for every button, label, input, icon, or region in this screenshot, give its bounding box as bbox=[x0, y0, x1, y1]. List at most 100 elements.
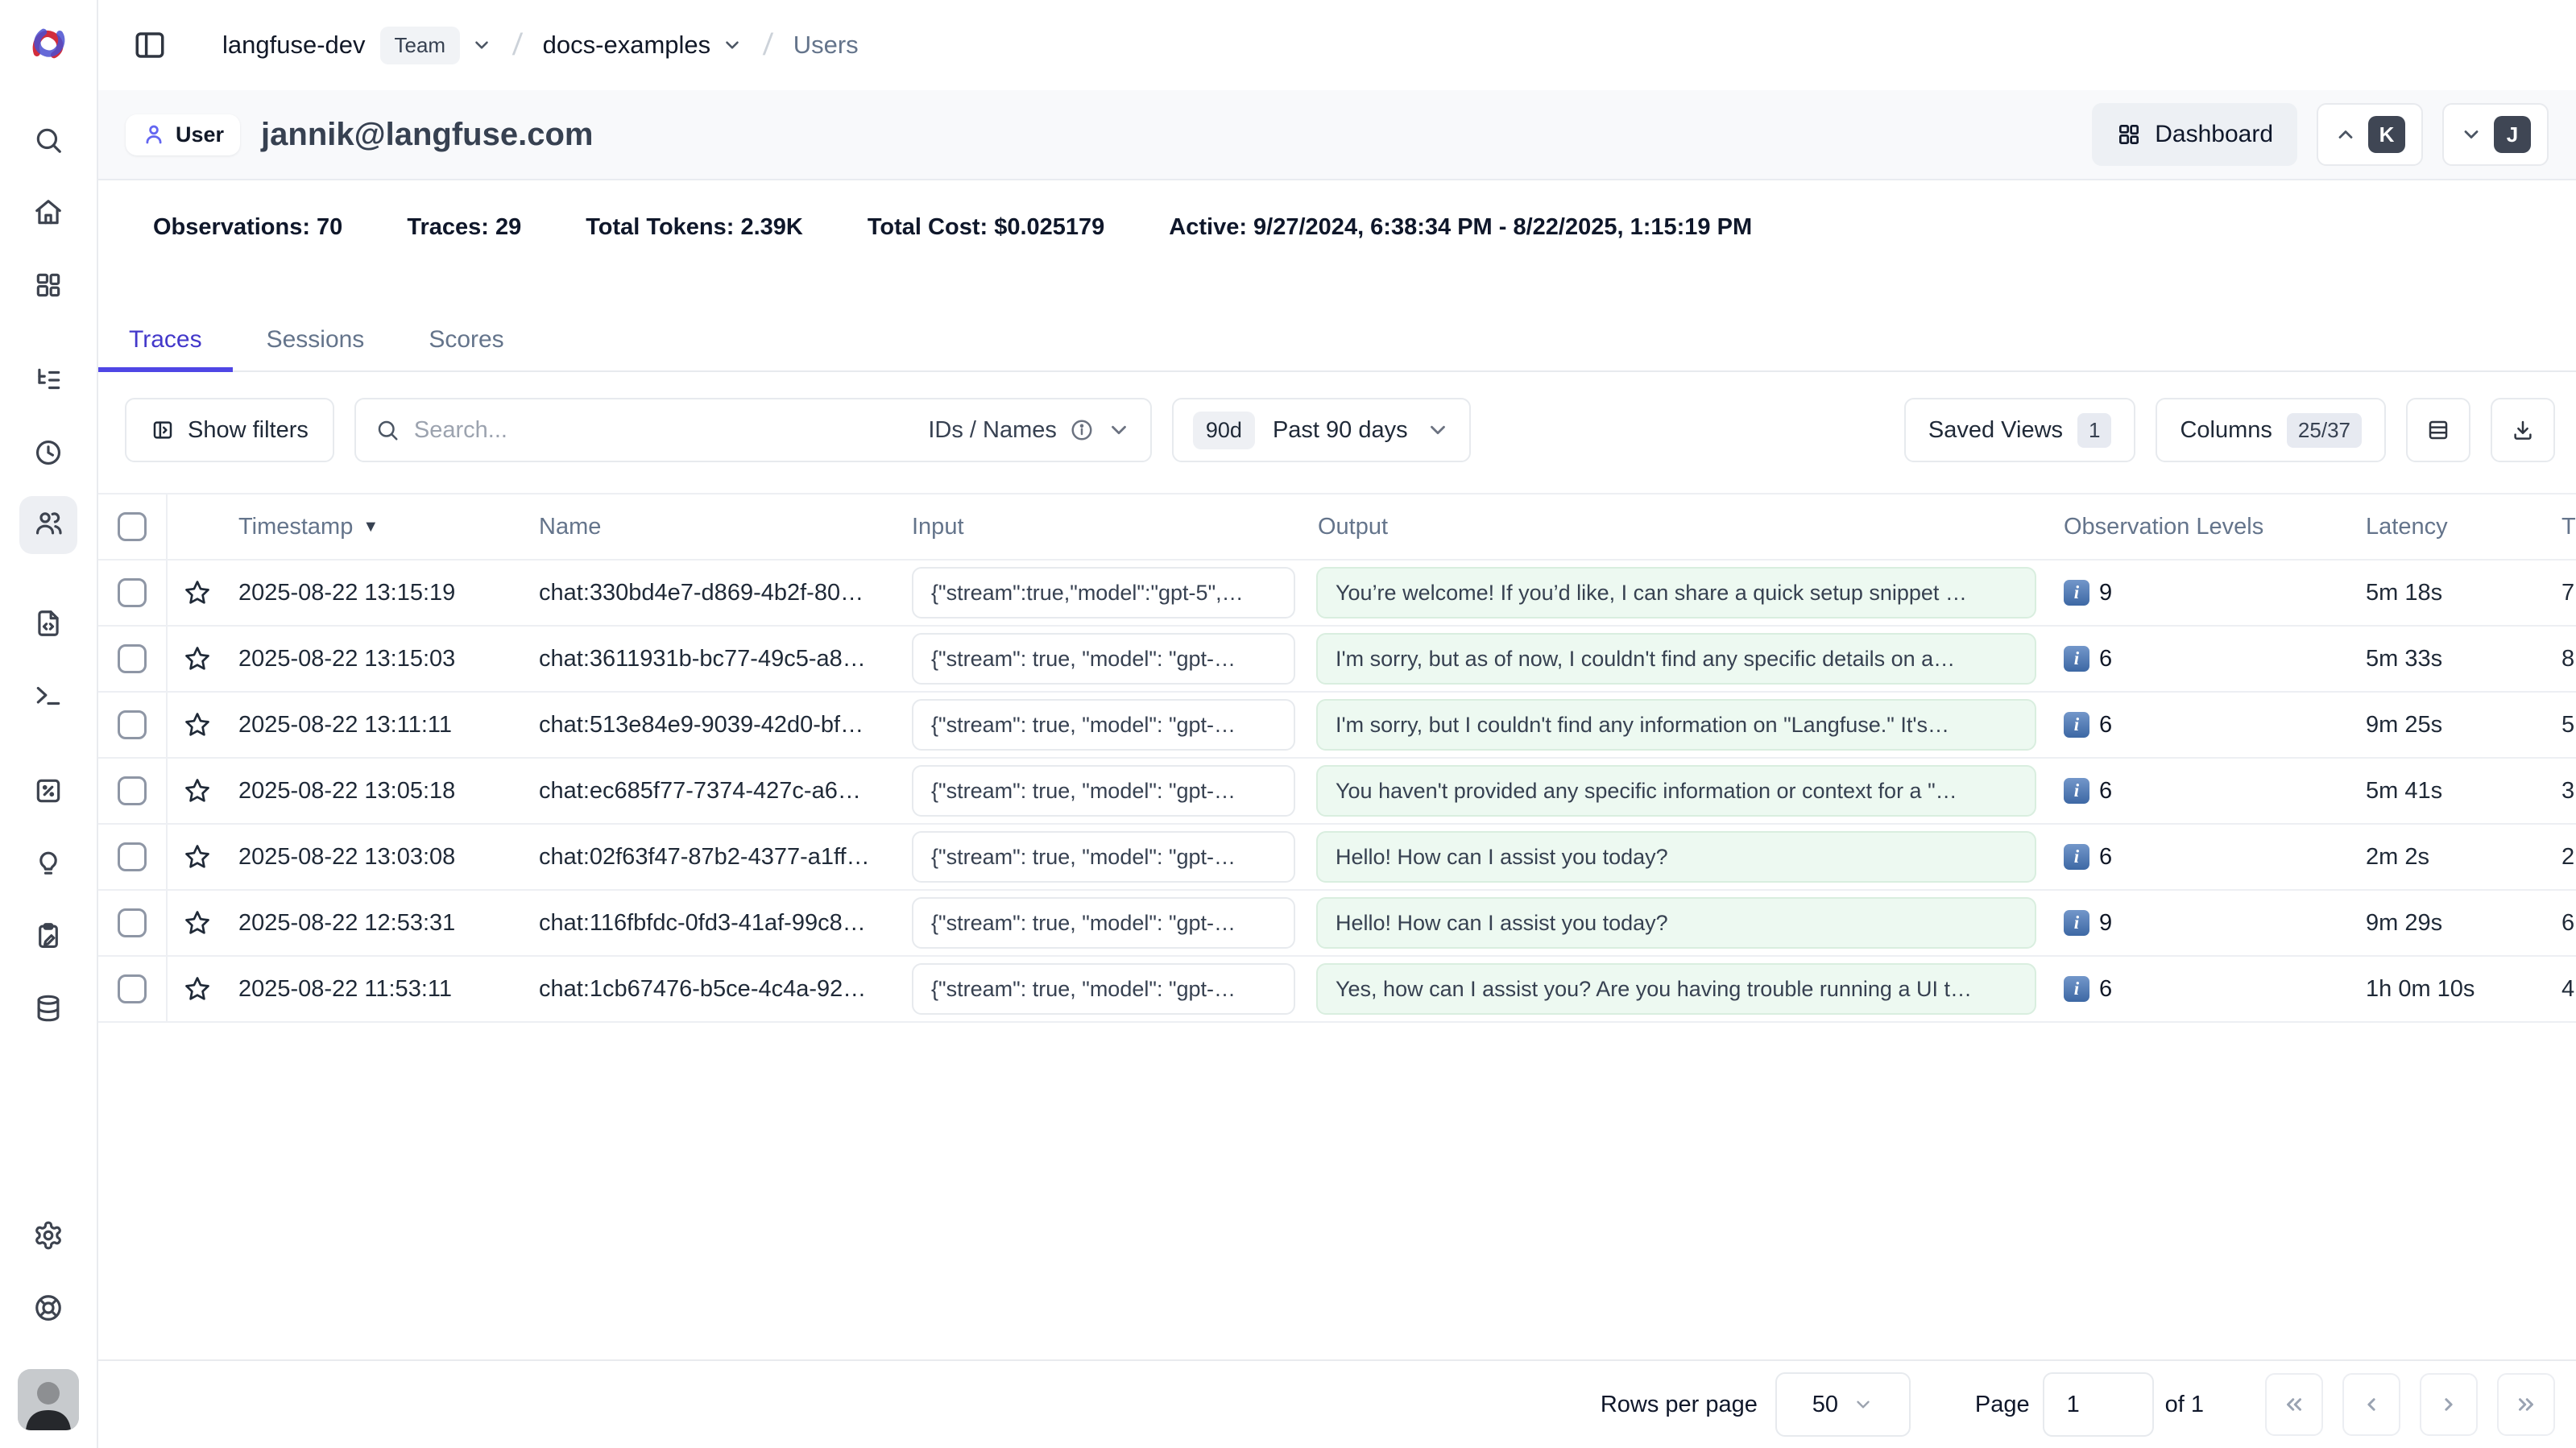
cell-input[interactable]: {"stream": true, "model": "gpt-… bbox=[912, 897, 1295, 949]
user-icon bbox=[142, 122, 166, 147]
star-icon[interactable] bbox=[168, 908, 227, 937]
column-header-truncated[interactable]: T bbox=[2555, 514, 2576, 540]
sidebar-item-scores[interactable] bbox=[19, 763, 77, 821]
table-row[interactable]: 2025-08-22 12:53:31 chat:116fbfdc-0fd3-4… bbox=[98, 891, 2576, 957]
sidebar-item-datasets[interactable] bbox=[19, 981, 77, 1039]
sidebar-item-sessions[interactable] bbox=[19, 425, 77, 483]
previous-page-button[interactable] bbox=[2342, 1373, 2400, 1436]
tab-scores[interactable]: Scores bbox=[398, 309, 534, 370]
row-checkbox[interactable] bbox=[118, 974, 147, 1003]
column-header-timestamp[interactable]: Timestamp ▼ bbox=[227, 514, 528, 540]
sidebar-item-dashboards[interactable] bbox=[19, 258, 77, 316]
show-filters-button[interactable]: Show filters bbox=[125, 398, 334, 462]
stat-total-tokens: Total Tokens: 2.39K bbox=[586, 214, 803, 241]
cell-input[interactable]: {"stream":true,"model":"gpt-5",… bbox=[912, 567, 1295, 619]
search-scope-dropdown[interactable]: IDs / Names bbox=[928, 417, 1131, 444]
tab-sessions[interactable]: Sessions bbox=[236, 309, 396, 370]
table-row[interactable]: 2025-08-22 11:53:11 chat:1cb67476-b5ce-4… bbox=[98, 957, 2576, 1023]
info-level-icon: i bbox=[2064, 712, 2089, 738]
sidebar-item-settings[interactable] bbox=[19, 1208, 77, 1266]
column-header-output[interactable]: Output bbox=[1308, 514, 2049, 540]
breadcrumb-environment[interactable]: docs-examples bbox=[543, 31, 710, 60]
column-header-latency[interactable]: Latency bbox=[2354, 514, 2555, 540]
project-type-badge: Team bbox=[380, 27, 461, 64]
rows-per-page-select[interactable]: 50 bbox=[1775, 1372, 1911, 1437]
chevron-down-icon bbox=[1107, 418, 1131, 442]
star-icon[interactable] bbox=[168, 710, 227, 739]
sidebar-item-annotation[interactable] bbox=[19, 908, 77, 966]
sidebar-item-search[interactable] bbox=[19, 113, 77, 171]
cell-output[interactable]: Hello! How can I assist you today? bbox=[1316, 831, 2036, 883]
sidebar-toggle-icon[interactable] bbox=[127, 23, 172, 68]
chevron-down-icon[interactable] bbox=[722, 35, 743, 56]
star-icon[interactable] bbox=[168, 842, 227, 871]
cell-output[interactable]: You’re welcome! If you’d like, I can sha… bbox=[1316, 567, 2036, 619]
tab-traces[interactable]: Traces bbox=[98, 309, 233, 370]
langfuse-logo-icon[interactable] bbox=[27, 23, 69, 64]
saved-views-button[interactable]: Saved Views 1 bbox=[1904, 398, 2136, 462]
header-actions: Dashboard K J bbox=[2092, 103, 2549, 166]
page-title: jannik@langfuse.com bbox=[261, 117, 593, 153]
column-header-name[interactable]: Name bbox=[528, 514, 901, 540]
row-checkbox[interactable] bbox=[118, 842, 147, 871]
table-row[interactable]: 2025-08-22 13:03:08 chat:02f63f47-87b2-4… bbox=[98, 825, 2576, 891]
nav-previous-button[interactable]: K bbox=[2317, 103, 2423, 166]
cell-output[interactable]: Hello! How can I assist you today? bbox=[1316, 897, 2036, 949]
file-code-icon bbox=[33, 608, 64, 643]
breadcrumb: langfuse-dev Team / docs-examples / User… bbox=[222, 27, 859, 64]
table-row[interactable]: 2025-08-22 13:15:19 chat:330bd4e7-d869-4… bbox=[98, 561, 2576, 627]
star-icon[interactable] bbox=[168, 644, 227, 673]
sidebar-item-support[interactable] bbox=[19, 1280, 77, 1338]
sidebar-item-tracing[interactable] bbox=[19, 353, 77, 411]
search-box[interactable]: IDs / Names bbox=[354, 398, 1152, 462]
column-header-input[interactable]: Input bbox=[901, 514, 1308, 540]
time-range-button[interactable]: 90d Past 90 days bbox=[1172, 398, 1471, 462]
cell-observation-levels: i6 bbox=[2049, 712, 2354, 738]
nav-next-button[interactable]: J bbox=[2442, 103, 2549, 166]
cell-output[interactable]: Yes, how can I assist you? Are you havin… bbox=[1316, 963, 2036, 1015]
cell-input[interactable]: {"stream": true, "model": "gpt-… bbox=[912, 699, 1295, 751]
next-page-button[interactable] bbox=[2420, 1373, 2478, 1436]
cell-name: chat:02f63f47-87b2-4377-a1ff… bbox=[528, 844, 901, 871]
table-row[interactable]: 2025-08-22 13:05:18 chat:ec685f77-7374-4… bbox=[98, 759, 2576, 825]
sidebar-item-playground[interactable] bbox=[19, 668, 77, 726]
cell-name: chat:3611931b-bc77-49c5-a8… bbox=[528, 646, 901, 672]
row-checkbox[interactable] bbox=[118, 908, 147, 937]
user-avatar[interactable] bbox=[18, 1369, 79, 1430]
column-header-observation-levels[interactable]: Observation Levels bbox=[2049, 514, 2354, 540]
table-row[interactable]: 2025-08-22 13:11:11 chat:513e84e9-9039-4… bbox=[98, 693, 2576, 759]
breadcrumb-project[interactable]: langfuse-dev bbox=[222, 31, 366, 60]
columns-button[interactable]: Columns 25/37 bbox=[2156, 398, 2386, 462]
dashboard-button[interactable]: Dashboard bbox=[2092, 103, 2297, 166]
tabs: Traces Sessions Scores bbox=[98, 309, 2576, 372]
cell-input[interactable]: {"stream": true, "model": "gpt-… bbox=[912, 633, 1295, 685]
select-all-checkbox[interactable] bbox=[118, 512, 147, 541]
row-height-button[interactable] bbox=[2406, 398, 2470, 462]
star-icon[interactable] bbox=[168, 776, 227, 805]
sidebar-item-insights[interactable] bbox=[19, 836, 77, 894]
page-number-input[interactable] bbox=[2043, 1372, 2154, 1437]
sidebar-item-prompts[interactable] bbox=[19, 596, 77, 654]
sidebar-item-users[interactable] bbox=[19, 496, 77, 554]
cell-output[interactable]: I'm sorry, but I couldn't find any infor… bbox=[1316, 699, 2036, 751]
cell-input[interactable]: {"stream": true, "model": "gpt-… bbox=[912, 831, 1295, 883]
sidebar-item-home[interactable] bbox=[19, 185, 77, 243]
row-checkbox[interactable] bbox=[118, 710, 147, 739]
cell-input[interactable]: {"stream": true, "model": "gpt-… bbox=[912, 765, 1295, 817]
table-row[interactable]: 2025-08-22 13:15:03 chat:3611931b-bc77-4… bbox=[98, 627, 2576, 693]
star-icon[interactable] bbox=[168, 578, 227, 607]
search-input[interactable] bbox=[414, 417, 913, 444]
percent-square-icon bbox=[33, 776, 64, 810]
row-checkbox[interactable] bbox=[118, 776, 147, 805]
table-footer: Rows per page 50 Page of 1 bbox=[98, 1359, 2576, 1448]
export-button[interactable] bbox=[2491, 398, 2555, 462]
cell-output[interactable]: I'm sorry, but as of now, I couldn't fin… bbox=[1316, 633, 2036, 685]
chevron-down-icon[interactable] bbox=[471, 35, 492, 56]
first-page-button[interactable] bbox=[2265, 1373, 2323, 1436]
star-icon[interactable] bbox=[168, 974, 227, 1003]
row-checkbox[interactable] bbox=[118, 644, 147, 673]
cell-input[interactable]: {"stream": true, "model": "gpt-… bbox=[912, 963, 1295, 1015]
cell-output[interactable]: You haven't provided any specific inform… bbox=[1316, 765, 2036, 817]
row-checkbox[interactable] bbox=[118, 578, 147, 607]
last-page-button[interactable] bbox=[2497, 1373, 2555, 1436]
